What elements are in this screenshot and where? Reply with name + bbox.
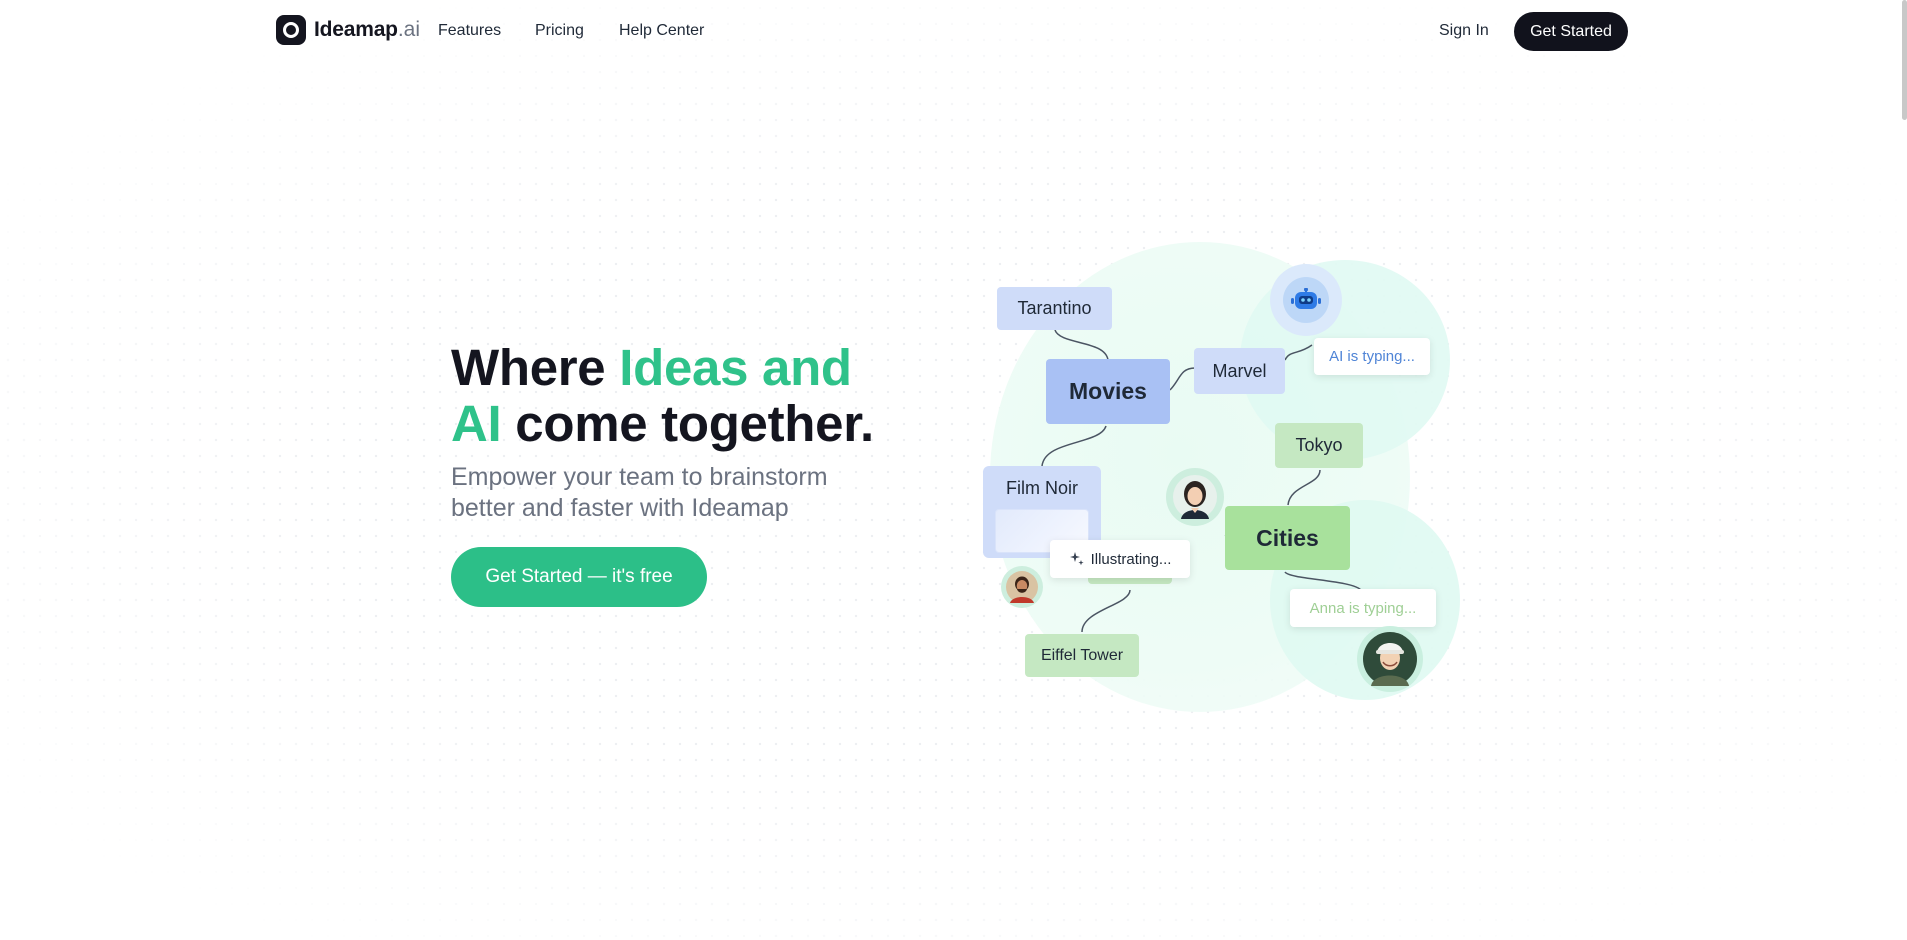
connector-tokyo-cities bbox=[1287, 469, 1321, 506]
node-movies[interactable]: Movies bbox=[1046, 359, 1170, 424]
sign-in-link[interactable]: Sign In bbox=[1439, 22, 1489, 40]
node-marvel[interactable]: Marvel bbox=[1194, 348, 1285, 394]
brand-logo[interactable]: Ideamap .ai bbox=[276, 15, 420, 45]
connector-illustrating-eiffel bbox=[1081, 589, 1131, 633]
nav-link-help-center[interactable]: Help Center bbox=[619, 22, 704, 40]
robot-icon bbox=[1291, 288, 1321, 309]
illustrating-indicator: Illustrating... bbox=[1050, 540, 1190, 578]
ai-bot-avatar bbox=[1270, 264, 1342, 336]
hero-headline: Where Ideas and AI come together. bbox=[451, 340, 911, 452]
woman-avatar-image bbox=[1173, 475, 1217, 519]
sparkle-icon bbox=[1069, 552, 1084, 566]
ai-typing-indicator: AI is typing... bbox=[1314, 338, 1430, 375]
connector-tarantino-movies bbox=[1054, 329, 1109, 361]
anna-avatar-image bbox=[1363, 632, 1417, 686]
node-cities[interactable]: Cities bbox=[1225, 506, 1350, 570]
logo-ring-icon bbox=[276, 15, 306, 45]
brand-name: Ideamap bbox=[314, 18, 398, 41]
hero-get-started-button[interactable]: Get Started — it's free bbox=[451, 547, 707, 607]
connector-marvel-ai bbox=[1284, 344, 1313, 361]
nav-link-features[interactable]: Features bbox=[438, 22, 501, 40]
user-avatar-anna bbox=[1357, 626, 1423, 692]
connector-movies-filmnoir bbox=[1041, 425, 1107, 467]
node-film-noir-label: Film Noir bbox=[1006, 478, 1078, 498]
illustrating-label: Illustrating... bbox=[1090, 550, 1172, 568]
headline-part-where: Where bbox=[451, 339, 620, 396]
get-started-button[interactable]: Get Started bbox=[1514, 12, 1628, 51]
headline-part-together: come together. bbox=[501, 395, 874, 452]
headline-part-ai: AI bbox=[451, 395, 502, 452]
anna-typing-indicator: Anna is typing... bbox=[1290, 589, 1436, 627]
man-avatar-image bbox=[1006, 571, 1038, 603]
top-nav: Ideamap .ai Features Pricing Help Center… bbox=[0, 0, 1907, 64]
user-avatar-man-small bbox=[1001, 566, 1043, 608]
node-tokyo[interactable]: Tokyo bbox=[1275, 423, 1363, 468]
node-tarantino[interactable]: Tarantino bbox=[997, 287, 1112, 330]
nav-link-pricing[interactable]: Pricing bbox=[535, 22, 584, 40]
mindmap-illustration: Tarantino Movies Marvel Film Noir Tokyo … bbox=[970, 230, 1470, 730]
hero-subtitle: Empower your team to brainstorm better a… bbox=[451, 463, 828, 522]
headline-part-ideas: Ideas and bbox=[619, 339, 852, 396]
user-avatar-woman bbox=[1166, 468, 1224, 526]
connector-movies-marvel bbox=[1169, 367, 1196, 391]
brand-tld: .ai bbox=[397, 18, 420, 41]
dot-grid-background bbox=[0, 0, 1907, 940]
node-eiffel-tower[interactable]: Eiffel Tower bbox=[1025, 634, 1139, 677]
